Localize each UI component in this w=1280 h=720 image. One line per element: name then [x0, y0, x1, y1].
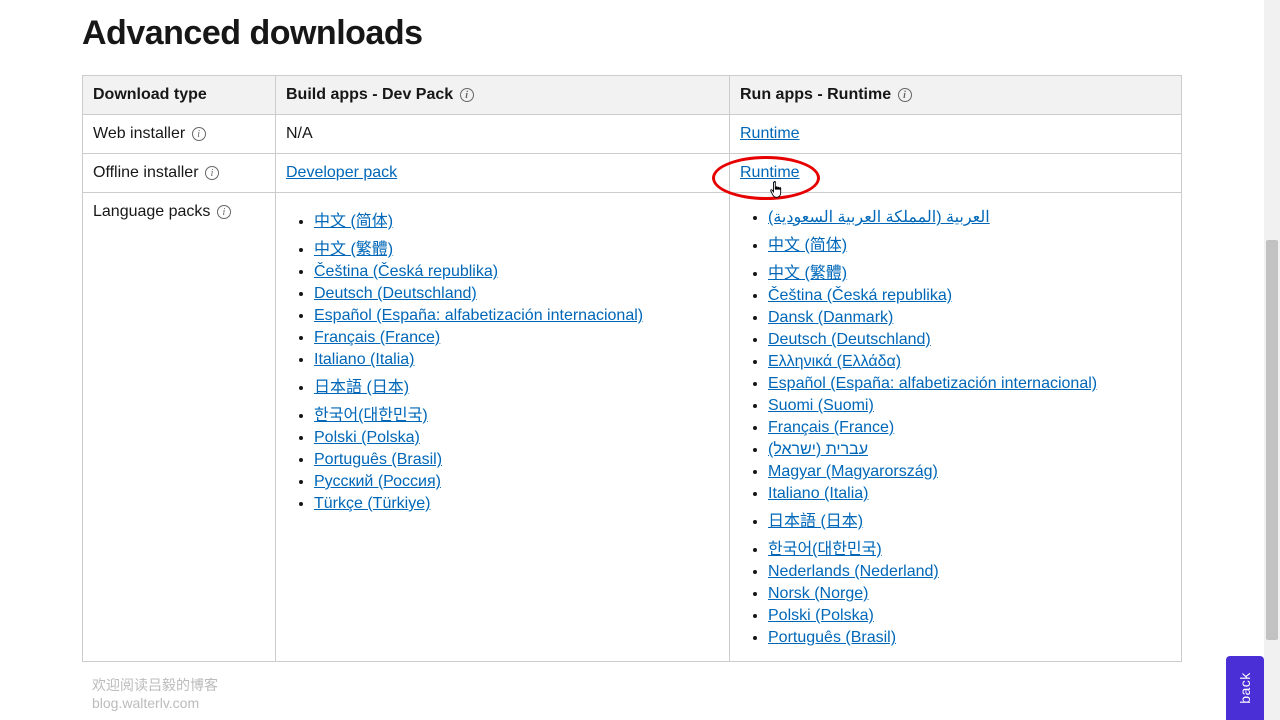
language-pack-link[interactable]: Suomi (Suomi) — [768, 397, 874, 414]
runtime-language-list: العربية (المملكة العربية السعودية) 中文 (简体… — [740, 207, 1171, 647]
list-item: Italiano (Italia) — [768, 485, 1171, 503]
developer-pack-link[interactable]: Developer pack — [286, 164, 397, 181]
list-item: Čeština (Česká republika) — [314, 263, 719, 281]
list-item: Deutsch (Deutschland) — [768, 331, 1171, 349]
list-item: Ελληνικά (Ελλάδα) — [768, 353, 1171, 371]
language-pack-link[interactable]: Español (España: alfabetización internac… — [768, 375, 1097, 392]
language-pack-link[interactable]: Čeština (Česká republika) — [314, 263, 498, 280]
row-label: Web installer — [93, 125, 185, 142]
row-label: Offline installer — [93, 164, 199, 181]
dev-language-list: 中文 (简体) 中文 (繁體) Čeština (Česká republika) D… — [286, 207, 719, 513]
row-label: Language packs — [93, 203, 210, 220]
outer-scrollbar[interactable] — [1264, 0, 1280, 720]
language-pack-link[interactable]: 日本語 (日本) — [768, 513, 863, 530]
info-icon[interactable] — [205, 166, 219, 180]
list-item: 中文 (简体) — [768, 231, 1171, 255]
list-item: 日本語 (日本) — [314, 373, 719, 397]
list-item: Français (France) — [768, 419, 1171, 437]
language-pack-link[interactable]: 中文 (繁體) — [768, 265, 847, 282]
list-item: 中文 (繁體) — [314, 235, 719, 259]
list-item: Português (Brasil) — [314, 451, 719, 469]
info-icon[interactable] — [192, 127, 206, 141]
list-item: Español (España: alfabetización internac… — [768, 375, 1171, 393]
language-pack-link[interactable]: Deutsch (Deutschland) — [314, 285, 477, 302]
list-item: Čeština (Česká republika) — [768, 287, 1171, 305]
list-item: Português (Brasil) — [768, 629, 1171, 647]
list-item: Русский (Россия) — [314, 473, 719, 491]
runtime-link-offline[interactable]: Runtime — [740, 164, 800, 181]
language-pack-link[interactable]: Norsk (Norge) — [768, 585, 868, 602]
table-row: Language packs 中文 (简体) 中文 (繁體) Čeština (Če… — [83, 193, 1182, 662]
list-item: 中文 (繁體) — [768, 259, 1171, 283]
language-pack-link[interactable]: Português (Brasil) — [768, 629, 896, 646]
language-pack-link[interactable]: Français (France) — [768, 419, 894, 436]
language-pack-link[interactable]: 中文 (简体) — [314, 213, 393, 230]
language-pack-link[interactable]: Dansk (Danmark) — [768, 309, 893, 326]
page-scroll[interactable]: Advanced downloads Download type Build a… — [0, 0, 1264, 720]
list-item: Español (España: alfabetización internac… — [314, 307, 719, 325]
language-pack-link[interactable]: Čeština (Česká republika) — [768, 287, 952, 304]
language-pack-link[interactable]: 日本語 (日本) — [314, 379, 409, 396]
runtime-link-web[interactable]: Runtime — [740, 125, 800, 142]
list-item: العربية (المملكة العربية السعودية) — [768, 207, 1171, 227]
language-pack-link[interactable]: Français (France) — [314, 329, 440, 346]
downloads-table: Download type Build apps - Dev Pack Run … — [82, 75, 1182, 662]
list-item: Deutsch (Deutschland) — [314, 285, 719, 303]
list-item: עברית (ישראל) — [768, 441, 1171, 459]
list-item: Nederlands (Nederland) — [768, 563, 1171, 581]
list-item: Italiano (Italia) — [314, 351, 719, 369]
table-row: Offline installer Developer pack Runtime — [83, 154, 1182, 193]
info-icon[interactable] — [460, 88, 474, 102]
language-pack-link[interactable]: 中文 (繁體) — [314, 241, 393, 258]
outer-scrollbar-thumb[interactable] — [1266, 240, 1278, 640]
list-item: 中文 (简体) — [314, 207, 719, 231]
language-pack-link[interactable]: Español (España: alfabetización internac… — [314, 307, 643, 324]
language-pack-link[interactable]: Polski (Polska) — [768, 607, 874, 624]
language-pack-link[interactable]: Italiano (Italia) — [314, 351, 415, 368]
language-pack-link[interactable]: Русский (Россия) — [314, 473, 441, 490]
language-pack-link[interactable]: 한국어(대한민국) — [768, 541, 882, 558]
page-title: Advanced downloads — [82, 14, 1264, 53]
list-item: Français (France) — [314, 329, 719, 347]
list-item: Norsk (Norge) — [768, 585, 1171, 603]
language-pack-link[interactable]: 한국어(대한민국) — [314, 407, 428, 424]
language-pack-link[interactable]: 中文 (简体) — [768, 237, 847, 254]
list-item: Polski (Polska) — [768, 607, 1171, 625]
list-item: Polski (Polska) — [314, 429, 719, 447]
language-pack-link[interactable]: Ελληνικά (Ελλάδα) — [768, 353, 901, 370]
language-pack-link[interactable]: Deutsch (Deutschland) — [768, 331, 931, 348]
feedback-label: back — [1237, 672, 1253, 704]
list-item: 한국어(대한민국) — [314, 401, 719, 425]
list-item: Suomi (Suomi) — [768, 397, 1171, 415]
language-pack-link[interactable]: العربية (المملكة العربية السعودية) — [768, 209, 990, 226]
list-item: 日本語 (日本) — [768, 507, 1171, 531]
col-header-dev: Build apps - Dev Pack — [276, 76, 730, 115]
language-pack-link[interactable]: Nederlands (Nederland) — [768, 563, 939, 580]
table-row: Web installer N/A Runtime — [83, 115, 1182, 154]
col-header-dev-label: Build apps - Dev Pack — [286, 86, 453, 103]
language-pack-link[interactable]: Polski (Polska) — [314, 429, 420, 446]
cell-value: N/A — [286, 125, 313, 142]
list-item: Magyar (Magyarország) — [768, 463, 1171, 481]
language-pack-link[interactable]: Italiano (Italia) — [768, 485, 869, 502]
list-item: Dansk (Danmark) — [768, 309, 1171, 327]
language-pack-link[interactable]: Português (Brasil) — [314, 451, 442, 468]
list-item: Türkçe (Türkiye) — [314, 495, 719, 513]
feedback-tab[interactable]: back — [1226, 656, 1264, 720]
col-header-type-label: Download type — [93, 86, 207, 103]
col-header-runtime: Run apps - Runtime — [730, 76, 1182, 115]
language-pack-link[interactable]: Türkçe (Türkiye) — [314, 495, 430, 512]
info-icon[interactable] — [217, 205, 231, 219]
info-icon[interactable] — [898, 88, 912, 102]
list-item: 한국어(대한민국) — [768, 535, 1171, 559]
language-pack-link[interactable]: עברית (ישראל) — [768, 441, 868, 458]
col-header-runtime-label: Run apps - Runtime — [740, 86, 891, 103]
col-header-type: Download type — [83, 76, 276, 115]
language-pack-link[interactable]: Magyar (Magyarország) — [768, 463, 938, 480]
